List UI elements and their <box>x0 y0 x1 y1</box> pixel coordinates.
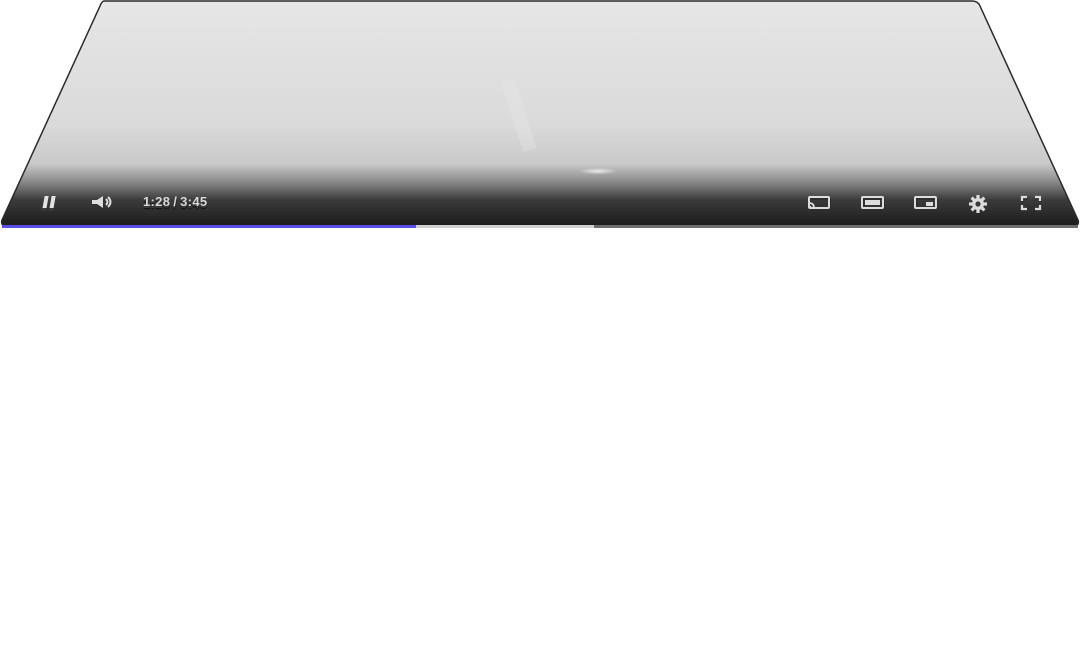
volume-icon <box>92 196 112 211</box>
pause-icon <box>42 196 56 211</box>
cast-button[interactable] <box>802 186 836 220</box>
gear-icon <box>969 195 987 213</box>
miniplayer-button[interactable] <box>908 186 942 220</box>
volume-button[interactable] <box>86 186 118 220</box>
fullscreen-button[interactable] <box>1015 186 1047 220</box>
miniplayer-icon <box>914 196 939 212</box>
pause-button[interactable] <box>36 186 62 220</box>
theater-mode-button[interactable] <box>855 186 889 220</box>
progress-played <box>2 225 417 228</box>
duration-time: 3:45 <box>180 194 208 209</box>
current-time: 1:28 <box>143 194 171 209</box>
video-player[interactable]: 1:28/3:45 <box>0 0 1080 656</box>
fullscreen-icon <box>1020 195 1042 212</box>
settings-button[interactable] <box>962 186 994 220</box>
cast-icon <box>808 196 832 212</box>
theater-icon <box>861 196 886 212</box>
time-separator: / <box>173 194 178 209</box>
progress-bar[interactable] <box>2 225 1078 228</box>
time-display: 1:28/3:45 <box>143 193 207 211</box>
